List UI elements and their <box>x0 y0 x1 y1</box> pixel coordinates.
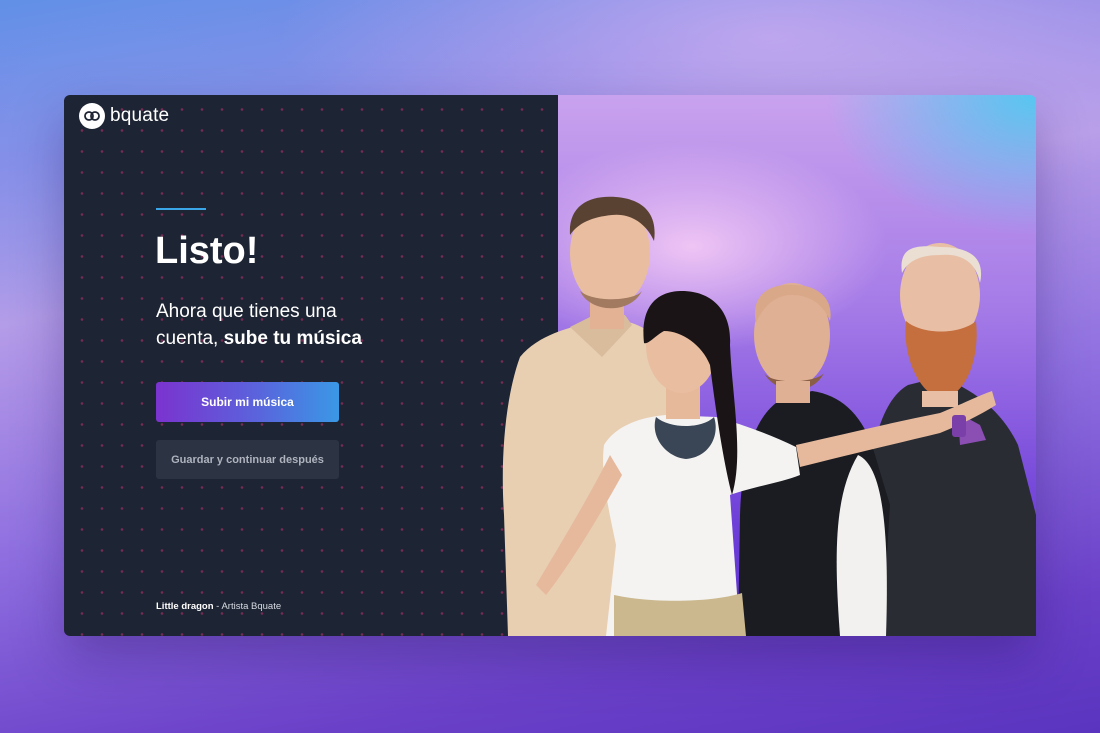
accent-divider <box>156 208 206 210</box>
subtitle-line1: Ahora que tienes una <box>156 301 337 322</box>
page-title: Listo! <box>155 230 259 272</box>
brand-name: bquate <box>110 105 170 126</box>
brand-logo[interactable]: bquate <box>79 103 169 129</box>
credit-role: Artista Bquate <box>221 601 282 612</box>
save-continue-later-button[interactable]: Guardar y continuar después <box>156 440 339 479</box>
credit-artist-name: Little dragon <box>156 601 214 612</box>
subtitle-line2-bold: sube tu música <box>223 328 362 349</box>
subtitle-line2-prefix: cuenta, <box>156 328 224 349</box>
band-photo <box>420 95 1036 636</box>
bquate-logo-icon <box>79 103 105 129</box>
photo-credit: Little dragon - Artista Bquate <box>156 601 281 612</box>
upload-music-button[interactable]: Subir mi música <box>156 382 339 422</box>
